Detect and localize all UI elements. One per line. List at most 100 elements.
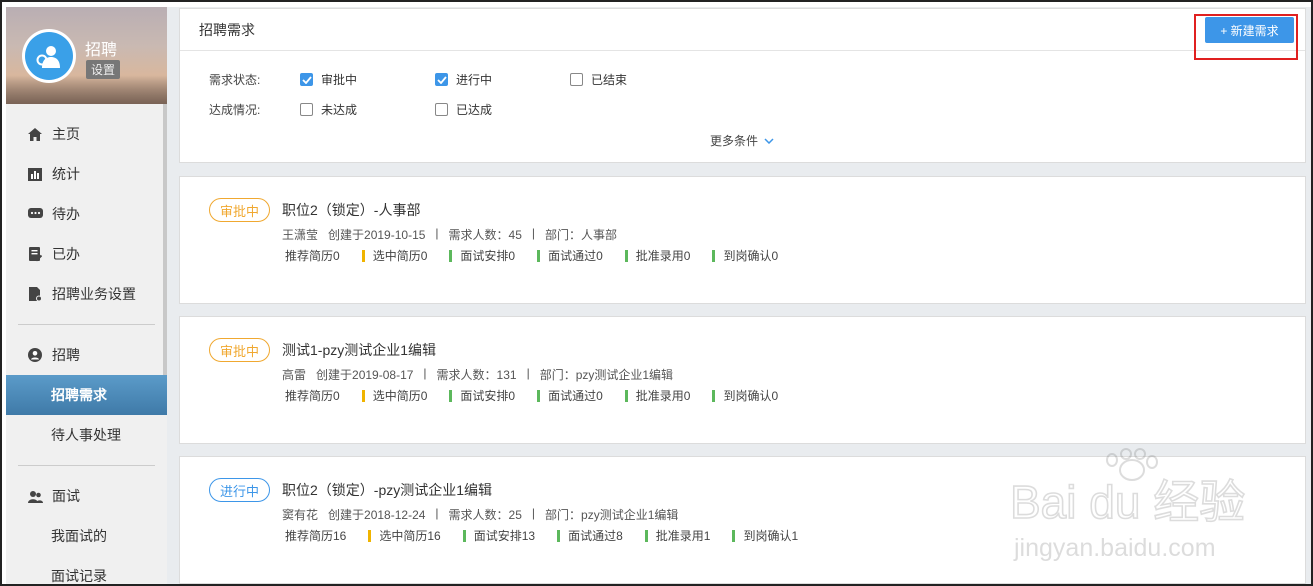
bar-chart-icon [26,166,44,182]
sidebar-item-label: 招聘 [52,347,80,363]
stat-approved: 批准录用0 [624,247,690,264]
headcount: 需求人数：45 [448,228,522,242]
sidebar-title: 招聘 [85,42,118,59]
card-meta: 高雷 创建于2019-08-17 | 需求人数：131 | 部门：pzy测试企业… [282,366,674,382]
card-stats: 推荐简历0 选中简历0 面试安排0 面试通过0 批准录用0 到岗确认0 [285,247,800,264]
status-badge: 审批中 [209,338,270,362]
stat-recommended: 推荐简历16 [285,529,347,543]
status-badge: 进行中 [209,478,270,502]
sidebar-item-home[interactable]: 主页 [6,114,161,154]
demand-card[interactable]: 审批中 职位2（锁定）-人事部 王潇莹 创建于2019-10-15 | 需求人数… [179,176,1306,304]
recruit-user-icon [36,46,60,68]
created-date: 创建于2018-12-24 [328,508,426,522]
people-icon [26,488,44,504]
achieve-checkbox-achieved[interactable]: 已达成 [435,101,492,118]
created-date: 创建于2019-08-17 [316,368,414,382]
stat-scheduled: 面试安排0 [449,247,515,264]
sidebar-item-interview[interactable]: 面试 [6,476,161,516]
more-conditions-label: 更多条件 [710,134,759,148]
status-checkbox-approving[interactable]: 审批中 [300,71,357,88]
sidebar-item-label: 面试 [52,488,80,504]
filter-panel: 招聘需求 + 新建需求 需求状态: 审批中 进行中 已结束 达成情况: 未达成 … [179,8,1306,163]
achieve-checkbox-not-achieved[interactable]: 未达成 [300,101,357,118]
creator: 高雷 [282,368,307,382]
checkbox-label: 已达成 [456,103,493,117]
main-content: 招聘需求 + 新建需求 需求状态: 审批中 进行中 已结束 达成情况: 未达成 … [167,7,1313,586]
card-title[interactable]: 职位2（锁定）-pzy测试企业1编辑 [282,480,492,500]
stat-recommended: 推荐简历0 [285,389,340,403]
achieve-filter-label: 达成情况: [209,103,261,117]
checkbox-label: 未达成 [321,103,358,117]
stat-approved: 批准录用1 [644,527,710,544]
sidebar-item-label: 待办 [52,206,80,222]
headcount: 需求人数：25 [448,508,522,522]
highlight-box [1194,14,1298,60]
stat-onboard: 到岗确认0 [712,387,778,404]
avatar[interactable] [22,29,76,83]
sidebar-header: 招聘 设置 [6,7,167,104]
stat-selected: 选中简历0 [361,247,427,264]
creator: 王潇莹 [282,228,319,242]
stat-selected: 选中简历16 [368,527,441,544]
sidebar-item-label: 招聘业务设置 [52,286,136,302]
card-meta: 窦有花 创建于2018-12-24 | 需求人数：25 | 部门：pzy测试企业… [282,506,679,522]
sidebar-item-business-settings[interactable]: 招聘业务设置 [6,274,161,314]
checkbox-unchecked-icon [570,73,583,86]
checkbox-label: 进行中 [456,73,493,87]
creator: 窦有花 [282,508,319,522]
sidebar-item-stats[interactable]: 统计 [6,154,161,194]
more-conditions-toggle[interactable]: 更多条件 [710,132,774,149]
checkbox-checked-icon [435,73,448,86]
status-badge: 审批中 [209,198,270,222]
stat-passed: 面试通过8 [557,527,623,544]
status-filter-label: 需求状态: [209,73,261,87]
checkbox-unchecked-icon [435,103,448,116]
demand-card[interactable]: 进行中 职位2（锁定）-pzy测试企业1编辑 窦有花 创建于2018-12-24… [179,456,1306,584]
sidebar-item-label: 招聘需求 [51,387,107,403]
file-settings-icon [26,286,44,302]
settings-button[interactable]: 设置 [86,60,121,79]
created-date: 创建于2019-10-15 [328,228,426,242]
stat-passed: 面试通过0 [537,247,603,264]
home-icon [26,126,44,142]
sidebar-item-todo[interactable]: 待办 [6,194,161,234]
card-stats: 推荐简历16 选中简历16 面试安排13 面试通过8 批准录用1 到岗确认1 [285,527,820,544]
demand-card[interactable]: 审批中 测试1-pzy测试企业1编辑 高雷 创建于2019-08-17 | 需求… [179,316,1306,444]
sidebar-divider [18,324,155,325]
sidebar-item-label: 我面试的 [51,528,107,544]
sidebar-divider [18,465,155,466]
checkbox-checked-icon [300,73,313,86]
chat-bubble-icon [26,206,44,222]
checkbox-unchecked-icon [300,103,313,116]
sidebar-item-label: 统计 [52,166,80,182]
card-title[interactable]: 测试1-pzy测试企业1编辑 [282,340,436,360]
card-meta: 王潇莹 创建于2019-10-15 | 需求人数：45 | 部门：人事部 [282,226,618,242]
sidebar-item-my-interviews[interactable]: 我面试的 [6,516,161,556]
sidebar-item-label: 面试记录 [51,568,107,584]
sidebar-item-interview-records[interactable]: 面试记录 [6,556,161,586]
stat-selected: 选中简历0 [361,387,427,404]
stat-scheduled: 面试安排13 [462,527,535,544]
card-stats: 推荐简历0 选中简历0 面试安排0 面试通过0 批准录用0 到岗确认0 [285,387,800,404]
achieve-filter-row: 达成情况: [209,101,301,118]
sidebar-item-label: 主页 [52,126,80,142]
headcount: 需求人数：131 [436,368,517,382]
sidebar-item-pending-hr[interactable]: 待人事处理 [6,415,161,455]
page-header: 招聘需求 [180,9,1305,51]
status-checkbox-ended[interactable]: 已结束 [570,71,627,88]
stat-recommended: 推荐简历0 [285,249,340,263]
status-checkbox-in-progress[interactable]: 进行中 [435,71,492,88]
sidebar: 招聘 设置 主页 统计 待办 已办 招聘业务设置 招聘 招聘需求 待人事处理 面… [6,7,167,586]
sidebar-item-done[interactable]: 已办 [6,234,161,274]
sidebar-item-label: 已办 [52,246,80,262]
chevron-down-icon [764,137,774,144]
sidebar-item-recruit[interactable]: 招聘 [6,335,161,375]
checkbox-label: 审批中 [321,73,358,87]
department: 部门：pzy测试企业1编辑 [539,368,674,382]
page-title: 招聘需求 [199,21,255,38]
sidebar-item-recruit-demand[interactable]: 招聘需求 [6,375,167,415]
stat-approved: 批准录用0 [624,387,690,404]
stat-onboard: 到岗确认0 [712,247,778,264]
status-filter-row: 需求状态: [209,71,301,88]
card-title[interactable]: 职位2（锁定）-人事部 [282,200,420,220]
